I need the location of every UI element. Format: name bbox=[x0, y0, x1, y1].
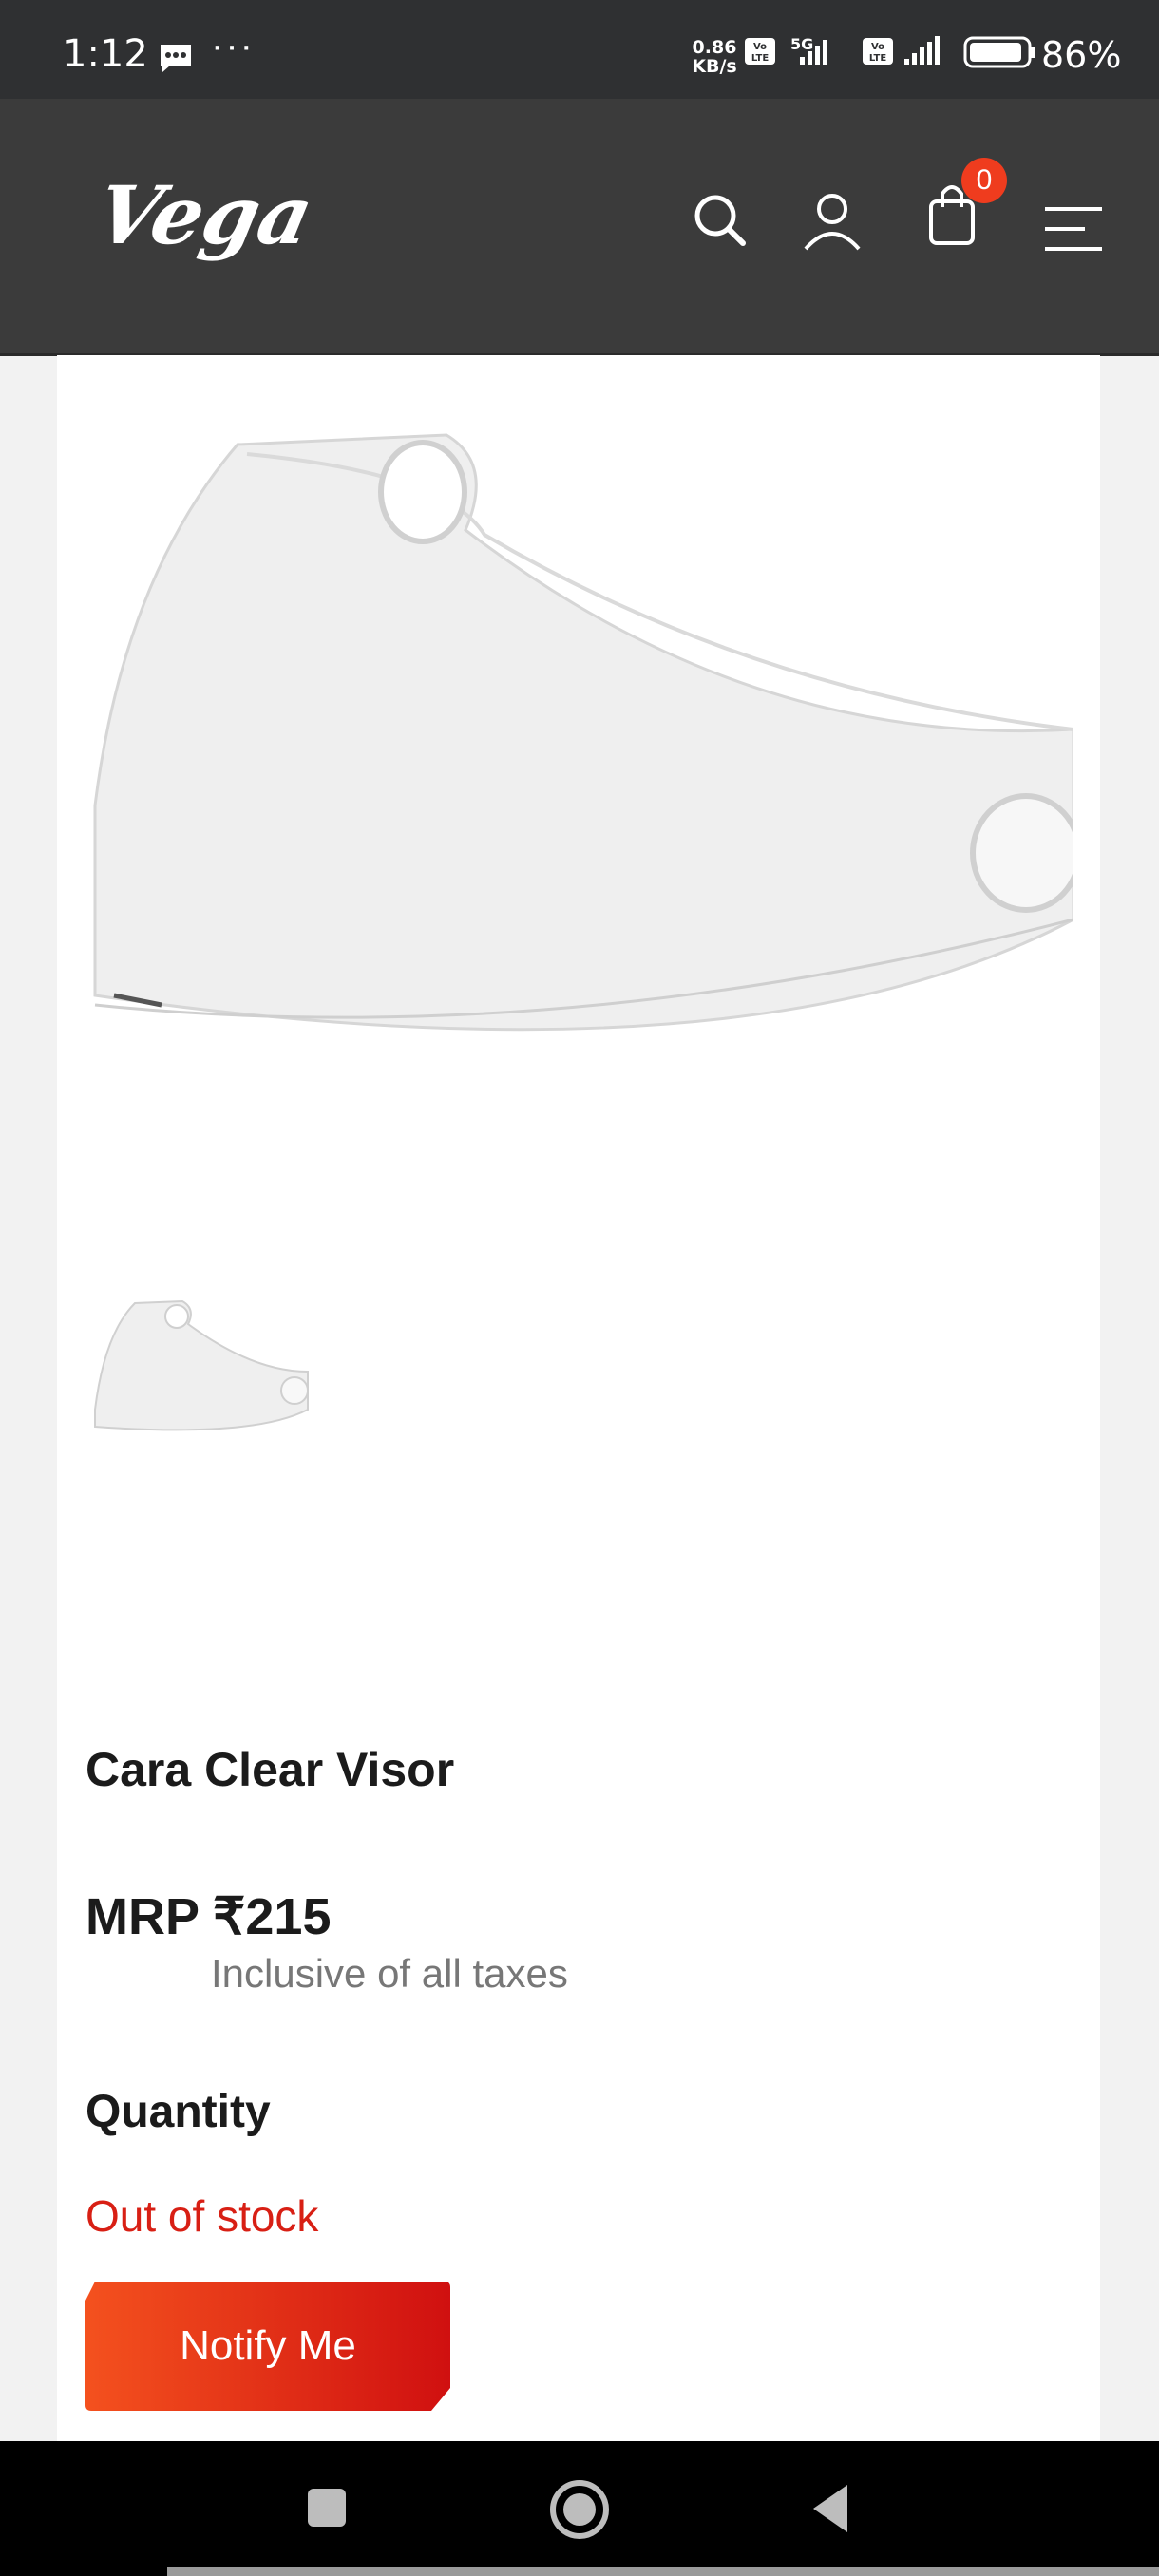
battery-percent: 86% bbox=[1041, 34, 1122, 76]
message-notification-icon bbox=[161, 45, 191, 72]
stock-status: Out of stock bbox=[86, 2191, 319, 2241]
gesture-handle[interactable] bbox=[167, 2567, 1159, 2576]
notify-me-button[interactable]: Notify Me bbox=[86, 2282, 450, 2411]
speed-unit: KB/s bbox=[692, 56, 737, 77]
system-nav-bar bbox=[0, 2441, 1159, 2576]
network-type: 5G bbox=[790, 35, 813, 53]
cart-count-badge: 0 bbox=[961, 158, 1007, 203]
back-icon[interactable] bbox=[809, 2483, 851, 2534]
account-icon[interactable] bbox=[802, 190, 863, 253]
status-time: 1:12 bbox=[63, 32, 148, 76]
tax-note: Inclusive of all taxes bbox=[211, 1951, 568, 1996]
signal-icons: Vo LTE 5G Vo LTE bbox=[745, 35, 1035, 68]
product-thumbnail[interactable] bbox=[91, 1296, 312, 1438]
network-speed: 0.86 KB/s bbox=[692, 38, 737, 76]
menu-icon[interactable] bbox=[1043, 205, 1104, 253]
vega-logo[interactable]: Vega bbox=[106, 177, 372, 281]
svg-text:LTE: LTE bbox=[869, 53, 887, 64]
product-price: MRP ₹215 bbox=[86, 1888, 332, 1945]
quantity-label: Quantity bbox=[86, 2087, 271, 2137]
svg-text:Vo: Vo bbox=[871, 42, 884, 52]
product-title: Cara Clear Visor bbox=[86, 1743, 455, 1796]
svg-text:Vo: Vo bbox=[753, 42, 767, 52]
svg-text:Vega: Vega bbox=[106, 177, 321, 263]
search-icon[interactable] bbox=[690, 190, 750, 251]
svg-text:LTE: LTE bbox=[751, 53, 770, 64]
status-bar: 1:12 ··· 0.86 KB/s Vo LTE 5G Vo LTE 86% bbox=[0, 0, 1159, 99]
more-notifications-icon: ··· bbox=[211, 25, 255, 66]
site-header: Vega 0 bbox=[0, 99, 1159, 356]
product-image[interactable] bbox=[86, 388, 1074, 1090]
product-card: Cara Clear Visor MRP ₹215 Inclusive of a… bbox=[57, 355, 1100, 2441]
speed-value: 0.86 bbox=[692, 37, 737, 58]
home-icon[interactable] bbox=[549, 2479, 610, 2540]
notify-me-label: Notify Me bbox=[180, 2322, 356, 2369]
recents-icon[interactable] bbox=[306, 2487, 348, 2529]
